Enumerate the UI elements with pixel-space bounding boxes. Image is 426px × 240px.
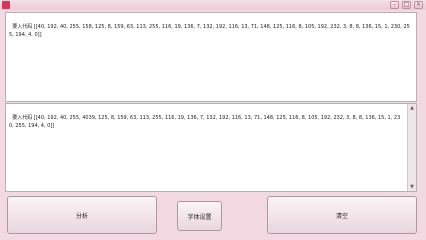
close-button[interactable]: × <box>414 1 423 9</box>
font-settings-button[interactable]: 字体设置 <box>177 201 222 231</box>
vertical-scrollbar[interactable]: ▲ ▼ <box>407 104 416 191</box>
scroll-up-icon[interactable]: ▲ <box>408 104 416 112</box>
minimize-button[interactable]: – <box>390 1 399 9</box>
title-bar: – □ × <box>0 0 426 10</box>
input-text: 要入代码 [[40, 192, 40, 255, 158, 125, 8, 15… <box>9 24 410 38</box>
analyze-button[interactable]: 分析 <box>7 196 157 234</box>
maximize-button[interactable]: □ <box>402 1 411 9</box>
scroll-down-icon[interactable]: ▼ <box>408 183 416 191</box>
app-icon <box>2 1 10 9</box>
input-text-area[interactable]: 要入代码 [[40, 192, 40, 255, 158, 125, 8, 15… <box>5 12 417 102</box>
output-text-area[interactable]: 要入代码 [[40, 192, 40, 255, 4039, 125, 8, 1… <box>5 103 417 192</box>
output-text: 要入代码 [[40, 192, 40, 255, 4039, 125, 8, 1… <box>9 115 401 129</box>
clear-button[interactable]: 清空 <box>267 196 417 234</box>
